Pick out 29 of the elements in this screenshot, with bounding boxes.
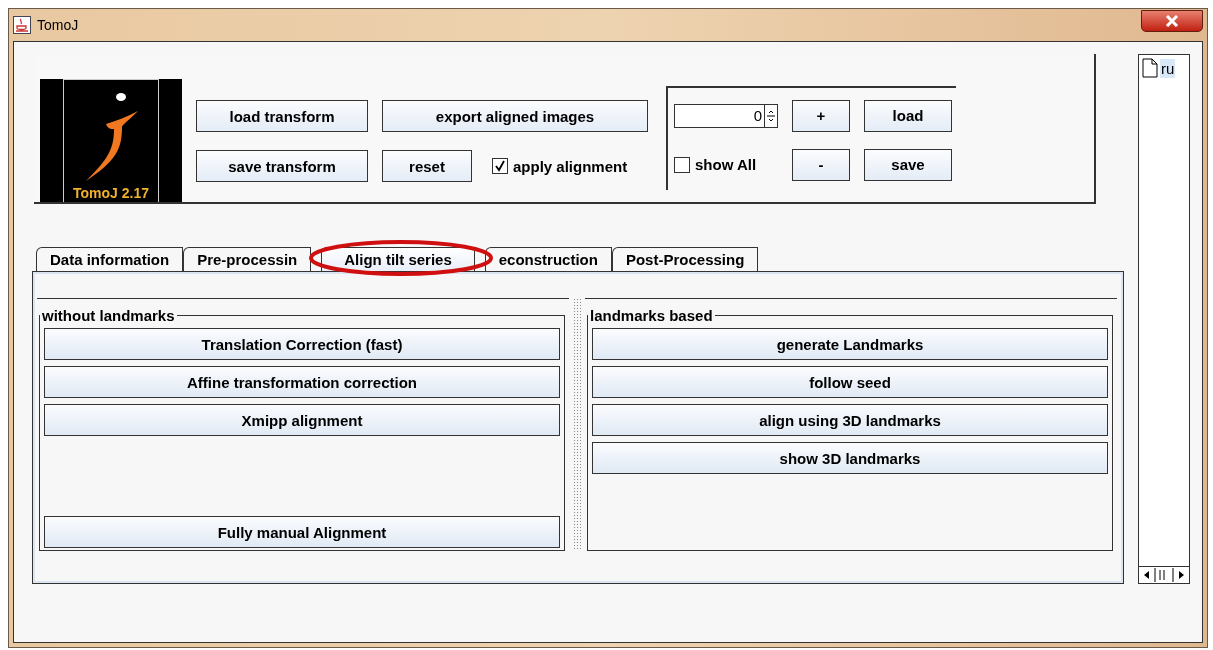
show-all-checkbox[interactable]: show All — [674, 156, 778, 173]
action-button[interactable]: generate Landmarks — [592, 328, 1108, 360]
action-button[interactable]: Affine transformation correction — [44, 366, 560, 398]
minus-button[interactable]: - — [792, 148, 850, 181]
group-title: landmarks based — [589, 307, 714, 324]
action-button[interactable]: follow seed — [592, 366, 1108, 398]
reset-button[interactable]: reset — [382, 150, 472, 182]
export-button[interactable]: export aligned images — [382, 100, 648, 132]
group-title: without landmarks — [41, 307, 176, 324]
logo-caption: TomoJ 2.17 — [73, 184, 149, 202]
load-button[interactable]: load — [864, 99, 952, 132]
save-transform-button[interactable]: save transform — [196, 150, 368, 182]
tab[interactable]: econstruction — [484, 247, 612, 271]
apply-alignment-checkbox[interactable]: apply alignment — [492, 157, 628, 175]
window-title: TomoJ — [37, 17, 79, 33]
action-button[interactable]: Translation Correction (fast) — [44, 328, 560, 360]
file-item[interactable]: ru — [1160, 58, 1176, 78]
action-button[interactable]: Fully manual Alignment — [44, 516, 560, 548]
load-transform-button[interactable]: load transform — [196, 100, 368, 132]
action-button[interactable]: Xmipp alignment — [44, 404, 560, 436]
tab[interactable]: Align tilt series — [321, 247, 475, 271]
tab[interactable]: Pre-processin — [183, 247, 312, 271]
tab[interactable]: Post-Processing — [611, 247, 759, 271]
save-button[interactable]: save — [864, 148, 952, 181]
tab[interactable]: Data information — [36, 247, 184, 271]
action-button[interactable]: show 3D landmarks — [592, 442, 1108, 474]
plus-button[interactable]: + — [792, 99, 850, 132]
spinner-field[interactable]: 0 — [674, 103, 778, 128]
action-button[interactable]: align using 3D landmarks — [592, 404, 1108, 436]
